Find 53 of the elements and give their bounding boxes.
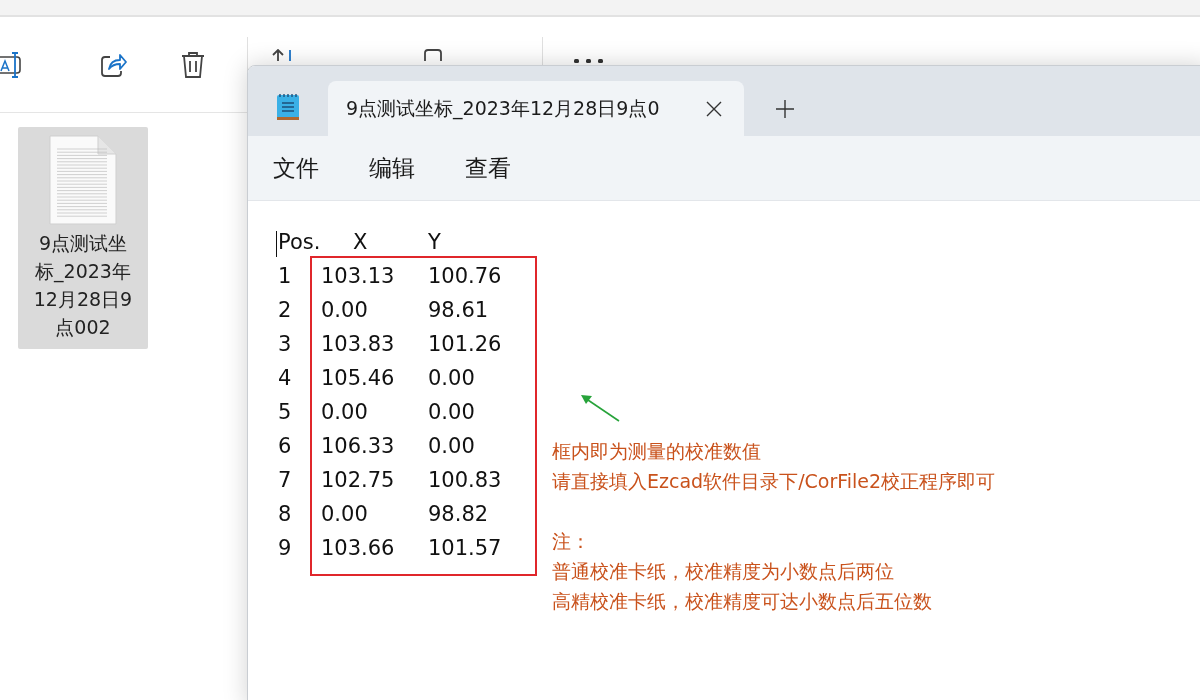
header-text: Pos.	[278, 230, 321, 254]
document-tab[interactable]: 9点测试坐标_2023年12月28日9点0	[328, 81, 744, 136]
y-value: 98.61	[428, 298, 490, 322]
annotation-text: 请直接填入Ezcad软件目录下/CorFile2校正程序即可	[552, 469, 996, 494]
y-value: 98.82	[428, 502, 490, 526]
text-cursor	[276, 231, 277, 257]
x-value: 106.33	[321, 434, 396, 458]
annotation-text: 框内即为测量的校准数值	[552, 439, 762, 464]
trash-icon	[180, 49, 206, 80]
y-value: 100.83	[428, 468, 503, 492]
note-text: 注：	[552, 529, 591, 554]
position-number: 8	[278, 502, 293, 526]
close-icon	[706, 100, 722, 117]
more-icon	[573, 59, 605, 63]
menu-item[interactable]: 编辑	[360, 148, 424, 188]
text-file-icon	[49, 135, 117, 225]
plus-icon	[776, 100, 794, 118]
x-value: 0.00	[321, 502, 369, 526]
header-text: X	[352, 230, 369, 254]
arrow-icon	[579, 393, 621, 423]
x-value: 0.00	[321, 400, 369, 424]
y-value: 101.26	[428, 332, 503, 356]
x-value: 105.46	[321, 366, 396, 390]
y-value: 100.76	[428, 264, 503, 288]
position-number: 3	[278, 332, 293, 356]
notepad-icon	[276, 92, 300, 122]
file-name: 9点测试坐标_2023年12月28日9点002	[32, 231, 134, 340]
y-value: 0.00	[428, 400, 476, 424]
menu-item[interactable]: 文件	[264, 148, 328, 188]
x-value: 103.66	[321, 536, 396, 560]
position-number: 5	[278, 400, 293, 424]
position-number: 1	[278, 264, 293, 288]
position-number: 2	[278, 298, 293, 322]
note-text: 普通校准卡纸，校准精度为小数点后两位	[552, 559, 895, 584]
x-value: 103.13	[321, 264, 396, 288]
x-value: 102.75	[321, 468, 396, 492]
menu-item[interactable]: 查看	[456, 148, 520, 188]
position-number: 6	[278, 434, 293, 458]
position-number: 7	[278, 468, 293, 492]
y-value: 0.00	[428, 434, 476, 458]
note-text: 高精校准卡纸，校准精度可达小数点后五位数	[552, 589, 933, 614]
sort-icon	[272, 49, 294, 61]
x-value: 0.00	[321, 298, 369, 322]
position-number: 9	[278, 536, 293, 560]
header-text: Y	[428, 230, 442, 254]
x-value: 103.83	[321, 332, 396, 356]
y-value: 101.57	[428, 536, 503, 560]
y-value: 0.00	[428, 366, 476, 390]
position-number: 4	[278, 366, 293, 390]
view-icon	[424, 49, 442, 61]
tab-title: 9点测试坐标_2023年12月28日9点0	[346, 95, 660, 122]
file-item[interactable]: 9点测试坐标_2023年12月28日9点002	[18, 127, 148, 349]
rename-icon	[0, 49, 24, 80]
